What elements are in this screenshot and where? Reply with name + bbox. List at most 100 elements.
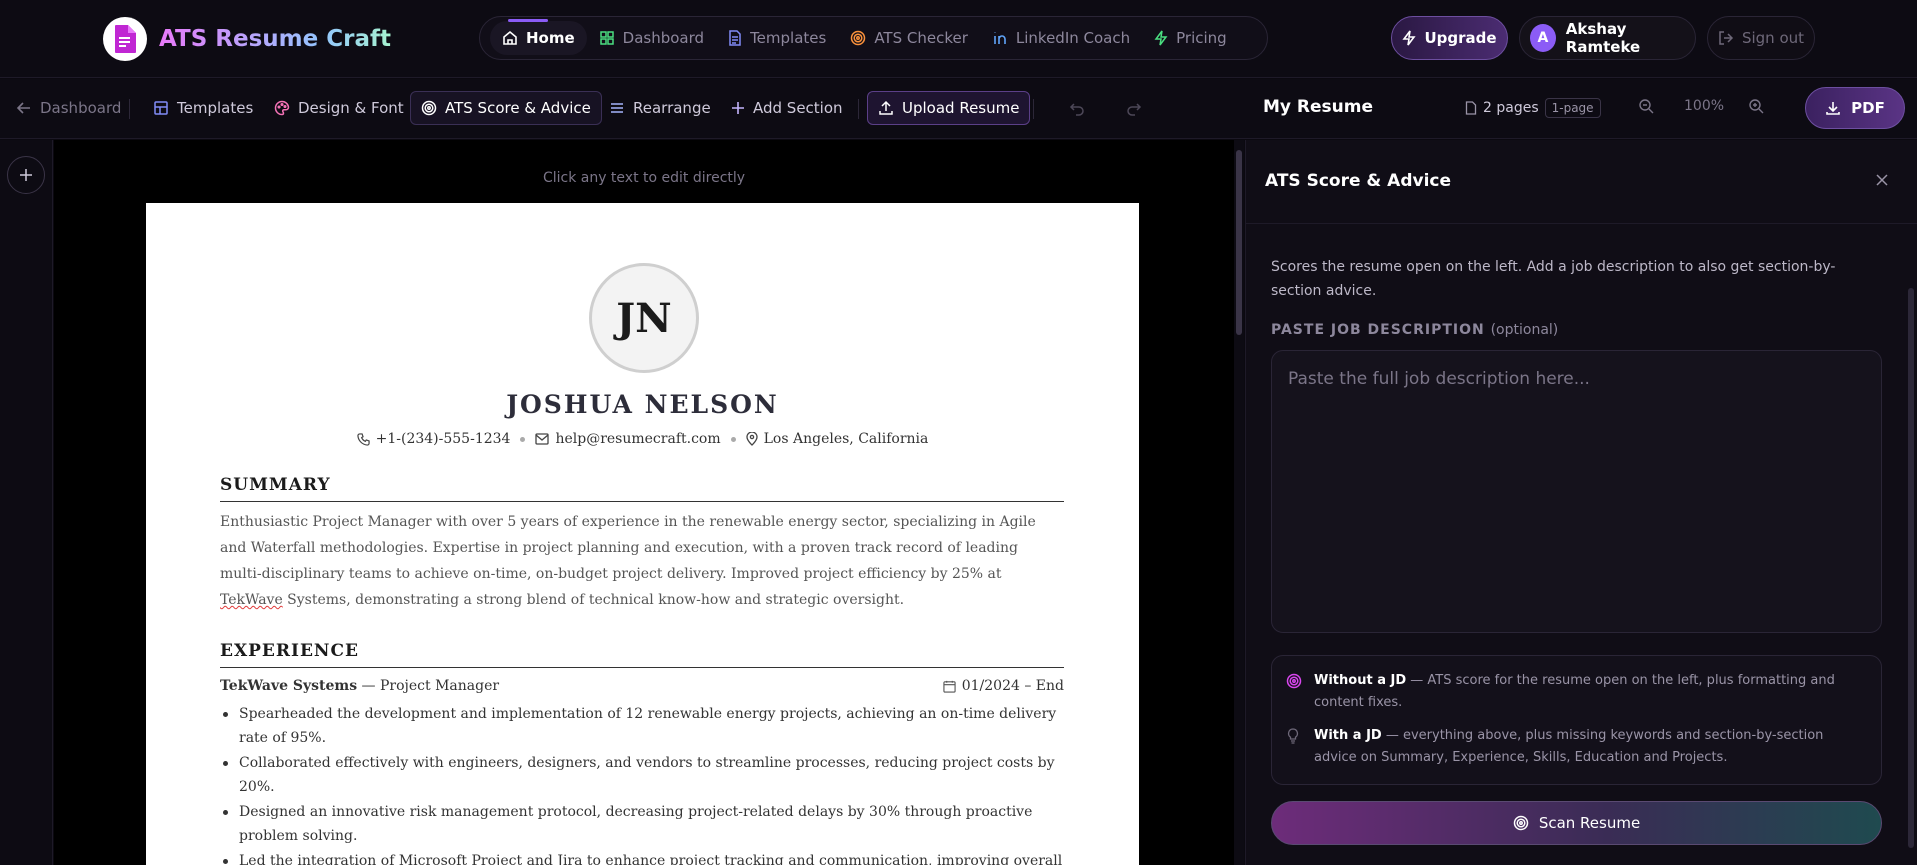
upgrade-label: Upgrade — [1424, 29, 1497, 47]
panel-scrollbar[interactable] — [1908, 288, 1914, 848]
resume-contact: +1-(234)-555-1234 help@resumecraft.com L… — [146, 431, 1139, 447]
job-role: — Project Manager — [357, 678, 500, 694]
summary-heading[interactable]: SUMMARY — [220, 475, 1064, 502]
job-dates: 01/2024 – End — [943, 678, 1064, 694]
with-jd-title: With a JD — [1314, 728, 1382, 743]
editor-toolbar: Dashboard Templates Design & Font ATS Sc… — [0, 79, 1917, 139]
design-font-button[interactable]: Design & Font — [264, 91, 414, 125]
nav-item-linkedin-coach[interactable]: LinkedIn Coach — [980, 21, 1142, 55]
nav-item-home[interactable]: Home — [490, 19, 587, 55]
upload-label: Upload Resume — [902, 99, 1020, 117]
zoom-in-icon — [1749, 99, 1764, 114]
list-item[interactable]: Collaborated effectively with engineers,… — [220, 751, 1064, 799]
document-title[interactable]: My Resume — [1263, 97, 1373, 117]
contact-email[interactable]: help@resumecraft.com — [535, 431, 721, 447]
with-jd-desc: — everything above, plus missing keyword… — [1314, 728, 1824, 765]
resume-name[interactable]: JOSHUA NELSON — [146, 390, 1139, 419]
job-bullets: Spearheaded the development and implemen… — [220, 702, 1064, 865]
design-label: Design & Font — [298, 99, 404, 117]
divider — [858, 99, 859, 119]
bolt-icon — [1402, 30, 1417, 46]
edit-hint: Click any text to edit directly — [542, 170, 746, 186]
job-header[interactable]: TekWave Systems — Project Manager 01/202… — [220, 678, 1064, 694]
nav-item-ats-checker[interactable]: ATS Checker — [838, 21, 980, 55]
list-item[interactable]: Spearheaded the development and implemen… — [220, 702, 1064, 750]
back-to-dashboard-button[interactable]: Dashboard — [6, 91, 131, 125]
undo-icon — [1069, 100, 1085, 116]
layout-icon — [153, 100, 169, 116]
zoom-level: 100% — [1684, 98, 1725, 114]
summary-text[interactable]: Enthusiastic Project Manager with over 5… — [220, 509, 1064, 613]
close-icon — [1876, 174, 1888, 186]
nav-label: Templates — [750, 29, 827, 47]
separator-dot — [730, 436, 736, 442]
pdf-label: PDF — [1851, 99, 1885, 117]
target-icon — [1513, 815, 1529, 831]
download-pdf-button[interactable]: PDF — [1805, 87, 1905, 129]
contact-location[interactable]: Los Angeles, California — [745, 431, 929, 447]
zoom-in-button[interactable] — [1748, 98, 1764, 114]
left-rail — [0, 140, 53, 865]
document-icon — [728, 30, 742, 46]
back-label: Dashboard — [40, 99, 122, 117]
list-item[interactable]: Designed an innovative risk management p… — [220, 800, 1064, 848]
scan-modes-info: Without a JD — ATS score for the resume … — [1271, 655, 1882, 785]
sign-out-label: Sign out — [1741, 29, 1805, 47]
panel-description: Scores the resume open on the left. Add … — [1271, 259, 1836, 299]
list-item[interactable]: Led the integration of Microsoft Project… — [220, 849, 1064, 865]
scan-resume-button[interactable]: Scan Resume — [1271, 801, 1882, 845]
sign-out-button[interactable]: Sign out — [1707, 16, 1815, 60]
without-jd-info: Without a JD — ATS score for the resume … — [1286, 670, 1856, 714]
rearrange-button[interactable]: Rearrange — [599, 91, 721, 125]
jd-optional: (optional) — [1490, 322, 1559, 338]
add-section-button[interactable]: Add Section — [721, 91, 853, 125]
home-icon — [502, 30, 518, 46]
top-navigation: ATS Resume Craft Home Dashboard Template… — [0, 0, 1917, 78]
add-block-button[interactable] — [7, 156, 45, 194]
nav-label: Pricing — [1176, 29, 1227, 47]
location-text: Los Angeles, California — [763, 431, 929, 447]
nav-label: Dashboard — [622, 29, 705, 47]
nav-item-dashboard[interactable]: Dashboard — [587, 21, 716, 55]
close-panel-button[interactable] — [1874, 172, 1892, 190]
ats-score-advice-button[interactable]: ATS Score & Advice — [410, 91, 602, 125]
redo-button[interactable] — [1116, 91, 1152, 125]
phone-text: +1-(234)-555-1234 — [375, 431, 511, 447]
separator-dot — [520, 436, 526, 442]
one-page-toggle[interactable]: 1-page — [1544, 98, 1601, 118]
plus-icon — [20, 169, 32, 181]
scan-label: Scan Resume — [1538, 814, 1641, 832]
list-icon — [609, 100, 625, 116]
job-description-input[interactable] — [1271, 350, 1882, 633]
resume-monogram[interactable]: JN — [589, 263, 699, 373]
nav-item-templates[interactable]: Templates — [716, 21, 838, 55]
page-icon — [1465, 101, 1477, 115]
add-section-label: Add Section — [753, 99, 843, 117]
templates-button[interactable]: Templates — [143, 91, 263, 125]
experience-heading[interactable]: EXPERIENCE — [220, 641, 1064, 668]
linkedin-icon — [992, 30, 1008, 46]
nav-item-pricing[interactable]: Pricing — [1142, 21, 1239, 55]
panel-header: ATS Score & Advice — [1246, 140, 1917, 224]
brand-name: ATS Resume Craft — [159, 26, 391, 52]
canvas-scrollbar[interactable] — [1234, 140, 1244, 865]
job-date-text: 01/2024 – End — [961, 678, 1064, 694]
mail-icon — [535, 433, 550, 445]
target-icon — [421, 100, 437, 116]
user-menu[interactable]: A Akshay Ramteke — [1519, 16, 1696, 60]
location-pin-icon — [745, 432, 758, 446]
contact-phone[interactable]: +1-(234)-555-1234 — [356, 431, 511, 447]
zoom-out-button[interactable] — [1638, 98, 1654, 114]
scrollbar-thumb[interactable] — [1236, 150, 1242, 335]
avatar: A — [1530, 24, 1556, 52]
user-name: Akshay Ramteke — [1565, 20, 1641, 56]
target-icon — [1286, 670, 1304, 714]
upload-resume-button[interactable]: Upload Resume — [867, 91, 1031, 125]
undo-button[interactable] — [1059, 91, 1095, 125]
upgrade-button[interactable]: Upgrade — [1391, 16, 1508, 60]
redo-icon — [1126, 100, 1142, 116]
divider — [1033, 99, 1034, 119]
plus-icon — [731, 101, 745, 115]
brand[interactable]: ATS Resume Craft — [103, 17, 391, 61]
without-jd-title: Without a JD — [1314, 673, 1407, 688]
